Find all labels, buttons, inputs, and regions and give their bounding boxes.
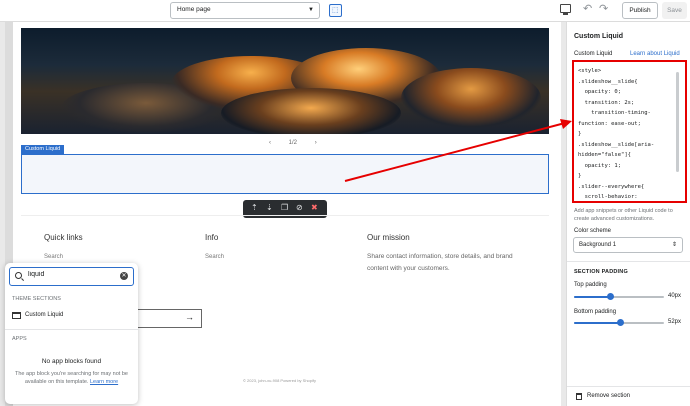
- code-line: scroll-behavior:: [578, 194, 638, 200]
- learn-more-link[interactable]: Learn more: [90, 379, 118, 385]
- top-bar: Home page ▼ ⬚ ↶ ↷ Publish Save: [0, 0, 690, 22]
- code-line: .slideshow__slide[aria-: [578, 141, 655, 148]
- search-input[interactable]: [28, 271, 118, 278]
- section-tag: Custom Liquid: [21, 145, 65, 154]
- section-tag-label: Custom Liquid: [25, 146, 61, 152]
- code-line: hidden="false"]{: [578, 152, 631, 158]
- top-padding-fill: [574, 296, 610, 298]
- hide-icon[interactable]: ⊘: [296, 203, 303, 212]
- theme-sections-label: THEME SECTIONS: [12, 296, 61, 302]
- no-blocks-description: The app block you're searching for may n…: [13, 370, 130, 386]
- code-line: }: [578, 173, 582, 179]
- clear-icon[interactable]: ✕: [120, 272, 128, 280]
- top-padding-label: Top padding: [574, 282, 607, 288]
- color-scheme-value: Background 1: [579, 242, 617, 248]
- bottom-padding-label: Bottom padding: [574, 309, 617, 315]
- redo-icon[interactable]: ↷: [599, 2, 608, 15]
- code-line: transition-timing-: [578, 110, 651, 116]
- duplicate-icon[interactable]: ❐: [281, 203, 288, 212]
- move-up-icon[interactable]: ⇡: [251, 203, 258, 212]
- code-scrollbar[interactable]: [676, 72, 679, 172]
- footer-link-search-2[interactable]: Search: [205, 254, 224, 260]
- panel-title: Custom Liquid: [574, 33, 623, 40]
- chevron-down-icon: ▼: [308, 7, 314, 13]
- remove-section-label: Remove section: [587, 393, 631, 399]
- section-icon: [12, 312, 21, 319]
- code-line: .slider--everywhere{: [578, 183, 645, 190]
- move-down-icon[interactable]: ⇣: [266, 203, 273, 212]
- result-label: Custom Liquid: [25, 312, 64, 318]
- footer-heading-quick-links: Quick links: [44, 233, 83, 242]
- remove-section-button[interactable]: Remove section: [567, 386, 690, 406]
- bottom-padding-thumb[interactable]: [617, 319, 625, 326]
- top-padding-thumb[interactable]: [606, 293, 614, 300]
- arrow-right-icon[interactable]: →: [185, 312, 194, 322]
- bottom-padding-slider[interactable]: [574, 319, 664, 326]
- copyright-text: © 2023, john-xu-908 Powered by Shopify: [243, 378, 316, 383]
- code-line: opacity: 1;: [578, 162, 622, 169]
- save-button[interactable]: Save: [662, 2, 687, 19]
- color-scheme-label: Color scheme: [574, 228, 612, 234]
- section-padding-heading: SECTION PADDING: [574, 269, 628, 275]
- code-line: }: [578, 131, 582, 137]
- footer-heading-info: Info: [205, 233, 219, 242]
- help-text: Add app snippets or other Liquid code to…: [574, 208, 673, 222]
- delete-icon[interactable]: ✖: [311, 203, 318, 212]
- page-select[interactable]: Home page ▼: [170, 2, 320, 19]
- chevron-updown-icon: ⇕: [671, 242, 677, 248]
- settings-panel: Custom Liquid Custom Liquid Learn about …: [566, 22, 690, 406]
- publish-button[interactable]: Publish: [622, 2, 658, 19]
- code-line: transition: 2s;: [578, 99, 635, 106]
- footer-link-search[interactable]: Search: [44, 254, 63, 260]
- bottom-padding-value: 52px: [668, 319, 682, 325]
- field-label: Custom Liquid: [574, 51, 613, 57]
- top-padding-value: 40px: [668, 293, 682, 299]
- code-line: function: ease-out;: [578, 120, 641, 127]
- add-section-popup: ✕ THEME SECTIONS Custom Liquid APPS No a…: [5, 263, 138, 404]
- search-icon: [15, 272, 22, 279]
- learn-liquid-link[interactable]: Learn about Liquid: [630, 51, 680, 57]
- inspector-toggle-icon[interactable]: ⬚: [329, 4, 342, 17]
- result-custom-liquid[interactable]: Custom Liquid: [5, 308, 138, 323]
- chevron-left-icon[interactable]: ‹: [269, 140, 271, 146]
- apps-label: APPS: [12, 336, 27, 342]
- color-scheme-select[interactable]: Background 1 ⇕: [573, 237, 683, 253]
- pager-count: 1/2: [288, 140, 298, 146]
- custom-liquid-section[interactable]: [21, 154, 549, 194]
- code-line: .slideshow__slide{: [578, 78, 638, 85]
- no-blocks-title: No app blocks found: [41, 358, 102, 365]
- undo-icon[interactable]: ↶: [583, 2, 592, 15]
- footer-heading-mission: Our mission: [367, 233, 410, 242]
- slideshow-image[interactable]: [21, 28, 549, 134]
- liquid-code-editor[interactable]: <style> .slideshow__slide{ opacity: 0; tr…: [572, 60, 687, 203]
- slideshow-pager: ‹ 1/2 ›: [261, 140, 325, 146]
- footer-mission-text: Share contact information, store details…: [367, 253, 513, 272]
- code-line: opacity: 0;: [578, 89, 622, 95]
- popup-divider: [5, 329, 138, 330]
- bottom-padding-fill: [574, 322, 621, 324]
- page-select-value: Home page: [177, 6, 211, 13]
- top-padding-slider[interactable]: [574, 293, 664, 300]
- footer-divider: [21, 215, 549, 216]
- panel-divider: [567, 261, 690, 262]
- desktop-preview-icon[interactable]: [560, 4, 571, 15]
- trash-icon: [576, 393, 582, 400]
- code-line: <style>: [578, 68, 602, 74]
- chevron-right-icon[interactable]: ›: [315, 140, 317, 146]
- search-field[interactable]: ✕: [9, 267, 134, 286]
